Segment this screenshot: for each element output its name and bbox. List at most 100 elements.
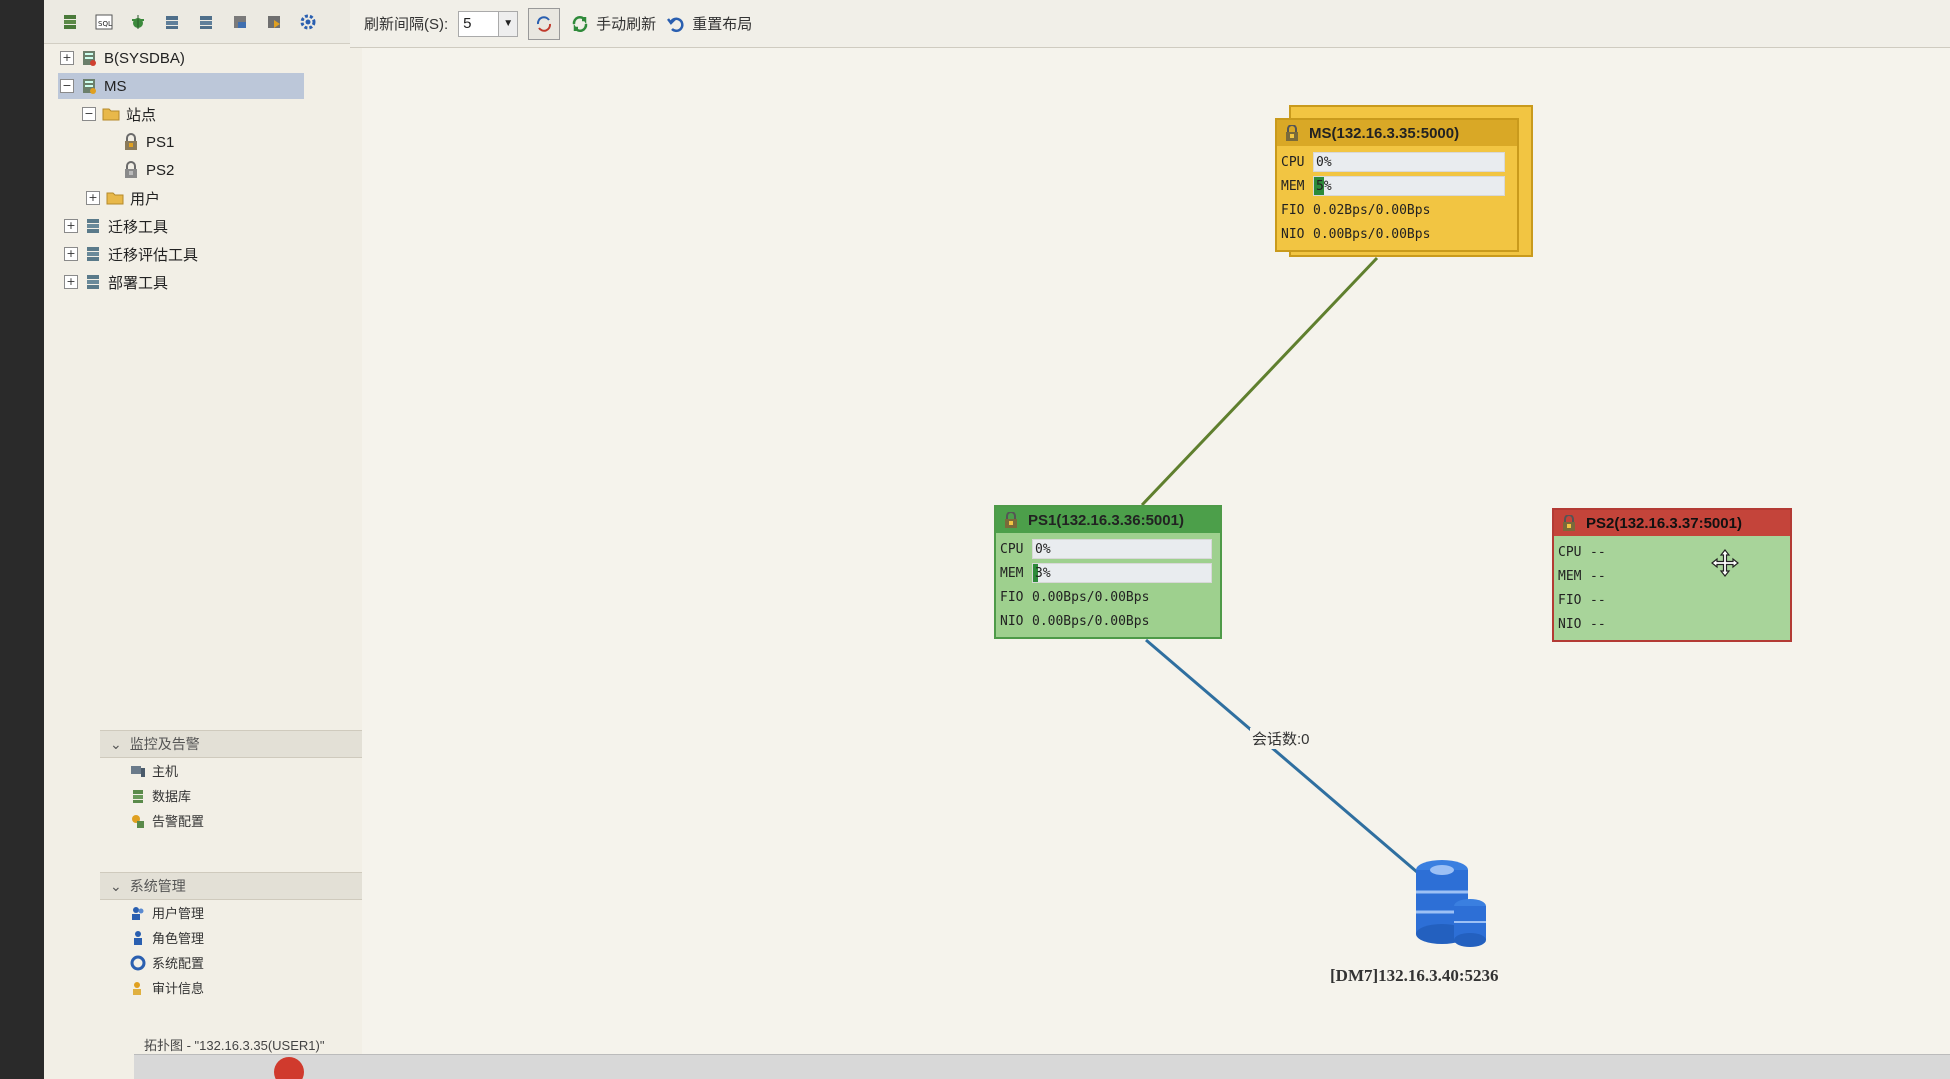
db-icon[interactable] (58, 10, 82, 34)
mem-bar: 3% (1032, 563, 1212, 583)
collapse-icon[interactable]: − (82, 107, 96, 121)
session-count-label: 会话数:0 (1250, 728, 1312, 749)
menu-item-label: 用户管理 (152, 906, 205, 921)
chevron-down-icon: ⌄ (110, 735, 122, 752)
metric-value: 0.00Bps/0.00Bps (1032, 589, 1150, 605)
collapse-icon[interactable]: − (60, 79, 74, 93)
node-header[interactable]: PS2(132.16.3.37:5001) (1554, 510, 1790, 536)
svg-text:SQL: SQL (98, 20, 112, 28)
lock-icon (1562, 515, 1576, 531)
menu-item-label: 角色管理 (152, 931, 205, 946)
metric-value: 0.00Bps/0.00Bps (1313, 226, 1431, 242)
folder-icon (102, 105, 120, 123)
menu-item-label: 系统配置 (152, 956, 205, 971)
tool-stack-icon (84, 245, 102, 263)
metric-nio: NIO 0.00Bps/0.00Bps (1000, 609, 1216, 633)
node-header[interactable]: PS1(132.16.3.36:5001) (996, 507, 1220, 533)
tree-item-label: PS1 (146, 133, 175, 151)
monitor-section: ⌄ 监控及告警 主机 数据库 告警配置 (100, 730, 380, 833)
db-import-icon[interactable] (262, 10, 286, 34)
metric-value: 0% (1316, 154, 1332, 170)
tree-item-label: 站点 (126, 106, 157, 124)
menu-item-system-config[interactable]: 系统配置 (100, 950, 380, 975)
refresh-icon (572, 15, 588, 32)
system-section-header[interactable]: ⌄ 系统管理 (100, 872, 380, 900)
db-up-icon[interactable] (160, 10, 184, 34)
lock-icon (122, 133, 140, 151)
menu-item-host[interactable]: 主机 (100, 758, 380, 783)
manual-refresh-button[interactable]: 手动刷新 (570, 13, 656, 34)
section-title: 系统管理 (129, 878, 186, 894)
taskbar-app-icon[interactable] (274, 1057, 304, 1079)
refresh-interval-value: 5 (463, 15, 472, 32)
reset-layout-button[interactable]: 重置布局 (666, 13, 752, 34)
auto-refresh-toggle[interactable] (528, 7, 561, 40)
mem-bar: 5% (1313, 176, 1505, 196)
tree-item-label: 迁移工具 (108, 218, 169, 236)
node-header[interactable]: MS(132.16.3.35:5000) (1277, 120, 1517, 146)
metric-cpu: CPU 0% (1000, 537, 1216, 561)
chevron-down-icon: ⌄ (110, 877, 122, 894)
node-ps2[interactable]: PS2(132.16.3.37:5001) CPU -- MEM -- FIO -- … (1552, 508, 1792, 642)
left-toolbar: SQL (44, 0, 380, 44)
menu-item-audit[interactable]: 审计信息 (100, 975, 380, 1000)
tree-item-ps2[interactable]: PS2 (44, 156, 380, 184)
topology-toolbar: 刷新间隔(S): 5 ▼ 手动刷新 重置布局 (350, 0, 1950, 48)
tree-item-ms[interactable]: − MS (44, 72, 380, 100)
left-panel: SQL + B(SYSDBA) − MS − 站点 PS1 PS2 + 用户 +… (44, 0, 382, 1079)
expand-icon[interactable]: + (60, 51, 74, 65)
node-ps1[interactable]: PS1(132.16.3.36:5001) CPU 0% MEM 3% FIO 0.0… (994, 505, 1222, 639)
tree-item-users[interactable]: + 用户 (44, 184, 380, 212)
metric-label: MEM (1000, 565, 1024, 581)
tree-item-b[interactable]: + B(SYSDBA) (44, 44, 380, 72)
manual-refresh-label: 手动刷新 (596, 16, 657, 33)
metric-value: 3% (1035, 565, 1051, 581)
metric-label: FIO (1558, 592, 1582, 608)
metric-value: -- (1590, 544, 1606, 560)
db-export-icon[interactable] (228, 10, 252, 34)
database-icon (130, 788, 146, 804)
db-down-icon[interactable] (194, 10, 218, 34)
gear-icon (130, 955, 146, 971)
metric-value: 0% (1035, 541, 1051, 557)
audit-icon (130, 980, 146, 996)
database-label: [DM7]132.16.3.40:5236 (1330, 966, 1499, 985)
metric-label: NIO (1000, 613, 1024, 629)
database-server-icon[interactable] (1412, 856, 1492, 952)
tree-item-ps1[interactable]: PS1 (44, 128, 380, 156)
topology-canvas[interactable]: MS(132.16.3.35:5000) CPU 0% MEM 5% FIO 0.02… (362, 48, 1950, 1079)
menu-item-role-mgmt[interactable]: 角色管理 (100, 925, 380, 950)
metric-fio: FIO 0.02Bps/0.00Bps (1281, 198, 1513, 222)
node-ms[interactable]: MS(132.16.3.35:5000) CPU 0% MEM 5% FIO 0.02… (1275, 118, 1519, 252)
metric-value: -- (1590, 616, 1606, 632)
menu-item-alert-config[interactable]: 告警配置 (100, 808, 380, 833)
tool-stack-icon (84, 217, 102, 235)
tree-item-sites[interactable]: − 站点 (44, 100, 380, 128)
refresh-interval-label: 刷新间隔(S): (364, 16, 449, 33)
screen: SQL + B(SYSDBA) − MS − 站点 PS1 PS2 + 用户 +… (44, 0, 1950, 1079)
bug-icon[interactable] (126, 10, 150, 34)
tree-item-migrate-eval[interactable]: + 迁移评估工具 (44, 240, 380, 268)
refresh-cycle-icon (537, 15, 552, 32)
status-text: 拓扑图 - "132.16.3.35(USER1)" (144, 1037, 325, 1053)
metric-nio: NIO -- (1558, 612, 1786, 636)
chevron-down-icon[interactable]: ▼ (498, 11, 518, 36)
metric-mem: MEM 5% (1281, 174, 1513, 198)
expand-icon[interactable]: + (64, 219, 78, 233)
expand-icon[interactable]: + (64, 247, 78, 261)
tree-item-deploy[interactable]: + 部署工具 (44, 268, 380, 296)
metric-value: -- (1590, 592, 1606, 608)
expand-icon[interactable]: + (64, 275, 78, 289)
monitor-section-header[interactable]: ⌄ 监控及告警 (100, 730, 380, 758)
tree-item-migrate[interactable]: + 迁移工具 (44, 212, 380, 240)
menu-item-database[interactable]: 数据库 (100, 783, 380, 808)
metric-fio: FIO -- (1558, 588, 1786, 612)
menu-item-user-mgmt[interactable]: 用户管理 (100, 900, 380, 925)
expand-icon[interactable]: + (86, 191, 100, 205)
sql-icon[interactable]: SQL (92, 10, 116, 34)
settings-icon[interactable] (296, 10, 320, 34)
menu-item-label: 数据库 (152, 789, 192, 804)
metric-cpu: CPU -- (1558, 540, 1786, 564)
refresh-interval-select[interactable]: 5 ▼ (458, 10, 519, 37)
metric-label: MEM (1558, 568, 1582, 584)
